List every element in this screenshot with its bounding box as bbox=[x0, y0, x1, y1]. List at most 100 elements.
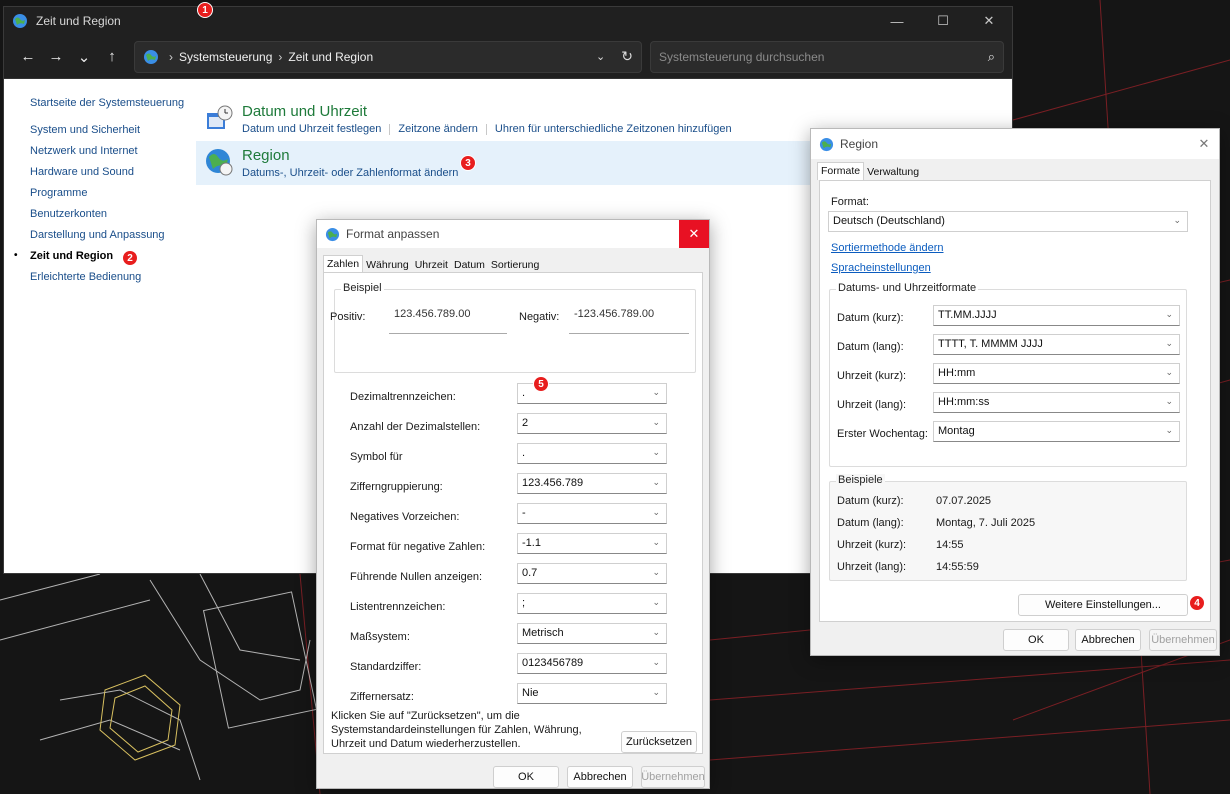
example-long-date-value: Montag, 7. Juli 2025 bbox=[936, 517, 1036, 529]
chevron-down-icon: ⌄ bbox=[652, 417, 660, 427]
add-clocks-link[interactable]: Uhren für unterschiedliche Zeitzonen hin… bbox=[495, 123, 732, 135]
negative-format-select[interactable]: -1.1 ⌄ bbox=[517, 533, 667, 554]
sidebar-item-appearance[interactable]: Darstellung und Anpassung bbox=[30, 228, 200, 242]
negative-value: -123.456.789.00 bbox=[569, 300, 689, 334]
current-item-bullet: • bbox=[14, 250, 18, 261]
refresh-icon[interactable]: ↻ bbox=[621, 48, 633, 65]
back-button[interactable]: ← bbox=[14, 43, 42, 71]
decimal-digits-select[interactable]: 2 ⌄ bbox=[517, 413, 667, 434]
digit-substitution-select[interactable]: Nie ⌄ bbox=[517, 683, 667, 704]
close-button[interactable]: ✕ bbox=[679, 220, 709, 248]
datetime-formats-legend: Datums- und Uhrzeitformate bbox=[836, 282, 979, 294]
search-input[interactable]: Systemsteuerung durchsuchen ⌕ bbox=[650, 40, 1004, 73]
clock-calendar-icon bbox=[207, 105, 233, 129]
list-separator-label: Listentrennzeichen: bbox=[350, 601, 446, 613]
breadcrumb-current[interactable]: Zeit und Region bbox=[288, 50, 373, 64]
example-groupbox: Beispiel Positiv: 123.456.789.00 Negativ… bbox=[330, 282, 696, 373]
leading-zeros-select[interactable]: 0.7 ⌄ bbox=[517, 563, 667, 584]
minimize-button[interactable]: — bbox=[874, 7, 920, 35]
positive-value: 123.456.789.00 bbox=[389, 300, 507, 334]
tab-formats[interactable]: Formate bbox=[817, 162, 865, 180]
category-title-datetime[interactable]: Datum und Uhrzeit bbox=[242, 103, 1012, 121]
positive-label: Positiv: bbox=[330, 311, 366, 323]
list-separator-select[interactable]: ; ⌄ bbox=[517, 593, 667, 614]
apply-button[interactable]: Übernehmen bbox=[1149, 629, 1217, 651]
globe-icon bbox=[325, 227, 340, 241]
ok-button[interactable]: OK bbox=[493, 766, 559, 788]
cancel-button[interactable]: Abbrechen bbox=[1075, 629, 1141, 651]
sidebar-item-network[interactable]: Netzwerk und Internet bbox=[30, 144, 200, 158]
search-icon[interactable]: ⌕ bbox=[988, 49, 995, 65]
standard-digits-select[interactable]: 0123456789 ⌄ bbox=[517, 653, 667, 674]
chevron-down-icon: ⌄ bbox=[652, 387, 660, 397]
tab-administration[interactable]: Verwaltung bbox=[864, 164, 922, 180]
measurement-system-value: Metrisch bbox=[522, 627, 564, 639]
more-settings-button[interactable]: Weitere Einstellungen... bbox=[1018, 594, 1188, 616]
sort-method-link[interactable]: Sortiermethode ändern bbox=[831, 242, 944, 254]
set-datetime-link[interactable]: Datum und Uhrzeit festlegen bbox=[242, 123, 381, 135]
leading-zeros-value: 0.7 bbox=[522, 567, 538, 579]
navigation-bar: ← → ⌄ ↑ › Systemsteuerung › Zeit und Reg… bbox=[4, 35, 1012, 79]
tab-sorting[interactable]: Sortierung bbox=[488, 257, 542, 273]
reset-button[interactable]: Zurücksetzen bbox=[621, 731, 697, 753]
address-bar[interactable]: › Systemsteuerung › Zeit und Region ⌄ ↻ bbox=[134, 40, 642, 73]
tab-time[interactable]: Uhrzeit bbox=[412, 257, 451, 273]
chevron-down-icon: ⌄ bbox=[652, 657, 660, 667]
digit-substitution-label: Ziffernersatz: bbox=[350, 691, 414, 703]
digit-grouping-select[interactable]: 123.456.789 ⌄ bbox=[517, 473, 667, 494]
sidebar-item-accessibility[interactable]: Erleichterte Bedienung bbox=[30, 270, 200, 284]
sidebar-item-time-region[interactable]: • Zeit und Region bbox=[14, 249, 200, 263]
short-time-select[interactable]: HH:mm ⌄ bbox=[933, 363, 1180, 384]
globe-icon bbox=[13, 14, 27, 28]
chevron-down-icon: ⌄ bbox=[1165, 338, 1173, 348]
recent-locations-button[interactable]: ⌄ bbox=[70, 43, 98, 71]
sidebar-item-user-accounts[interactable]: Benutzerkonten bbox=[30, 207, 200, 221]
change-format-link[interactable]: Datums-, Uhrzeit- oder Zahlenformat ände… bbox=[242, 167, 458, 179]
up-button[interactable]: ↑ bbox=[98, 43, 126, 71]
long-time-select[interactable]: HH:mm:ss ⌄ bbox=[933, 392, 1180, 413]
digit-grouping-symbol-select[interactable]: . ⌄ bbox=[517, 443, 667, 464]
format-select[interactable]: Deutsch (Deutschland) ⌄ bbox=[828, 211, 1188, 232]
short-time-label: Uhrzeit (kurz): bbox=[837, 370, 907, 382]
digit-substitution-value: Nie bbox=[522, 687, 539, 699]
cancel-button[interactable]: Abbrechen bbox=[567, 766, 633, 788]
sidebar-home-link[interactable]: Startseite der Systemsteuerung bbox=[30, 97, 200, 109]
negative-sign-select[interactable]: - ⌄ bbox=[517, 503, 667, 524]
ok-button[interactable]: OK bbox=[1003, 629, 1069, 651]
first-weekday-select[interactable]: Montag ⌄ bbox=[933, 421, 1180, 442]
tab-bar: Formate Verwaltung bbox=[811, 161, 1219, 180]
dialog-title: Region bbox=[840, 137, 879, 151]
chevron-down-icon: ⌄ bbox=[1173, 215, 1181, 225]
tab-date[interactable]: Datum bbox=[451, 257, 488, 273]
step-badge-2: 2 bbox=[122, 250, 138, 266]
negative-sign-value: - bbox=[522, 507, 526, 519]
sidebar-item-system-security[interactable]: System und Sicherheit bbox=[30, 123, 200, 137]
short-date-select[interactable]: TT.MM.JJJJ ⌄ bbox=[933, 305, 1180, 326]
language-settings-link[interactable]: Spracheinstellungen bbox=[831, 262, 931, 274]
digit-grouping-symbol-label: Symbol für bbox=[350, 451, 403, 463]
sidebar-item-hardware[interactable]: Hardware und Sound bbox=[30, 165, 200, 179]
chevron-down-icon[interactable]: ⌄ bbox=[596, 50, 605, 63]
datetime-formats-groupbox: Datums- und Uhrzeitformate Datum (kurz):… bbox=[829, 282, 1187, 467]
measurement-system-select[interactable]: Metrisch ⌄ bbox=[517, 623, 667, 644]
close-button[interactable]: ✕ bbox=[966, 7, 1012, 35]
long-time-value: HH:mm:ss bbox=[938, 396, 990, 408]
tab-currency[interactable]: Währung bbox=[363, 257, 412, 273]
example-short-time-label: Uhrzeit (kurz): bbox=[837, 539, 907, 551]
digit-grouping-value: 123.456.789 bbox=[522, 477, 584, 489]
dialog-title-bar: Region ✕ bbox=[811, 129, 1219, 159]
reset-description: Klicken Sie auf "Zurücksetzen", um die S… bbox=[331, 710, 582, 750]
breadcrumb-root[interactable]: Systemsteuerung bbox=[179, 50, 272, 64]
negative-sign-label: Negatives Vorzeichen: bbox=[350, 511, 460, 523]
chevron-down-icon: ⌄ bbox=[1165, 309, 1173, 319]
sidebar-item-programs[interactable]: Programme bbox=[30, 186, 200, 200]
long-date-select[interactable]: TTTT, T. MMMM JJJJ ⌄ bbox=[933, 334, 1180, 355]
forward-button[interactable]: → bbox=[42, 43, 70, 71]
decimal-separator-value: . bbox=[522, 387, 526, 399]
title-bar: Zeit und Region — ☐ ✕ bbox=[4, 7, 1012, 35]
tab-numbers[interactable]: Zahlen bbox=[323, 255, 364, 273]
close-button[interactable]: ✕ bbox=[1189, 130, 1219, 158]
change-timezone-link[interactable]: Zeitzone ändern bbox=[398, 123, 478, 135]
maximize-button[interactable]: ☐ bbox=[920, 7, 966, 35]
apply-button[interactable]: Übernehmen bbox=[641, 766, 705, 788]
